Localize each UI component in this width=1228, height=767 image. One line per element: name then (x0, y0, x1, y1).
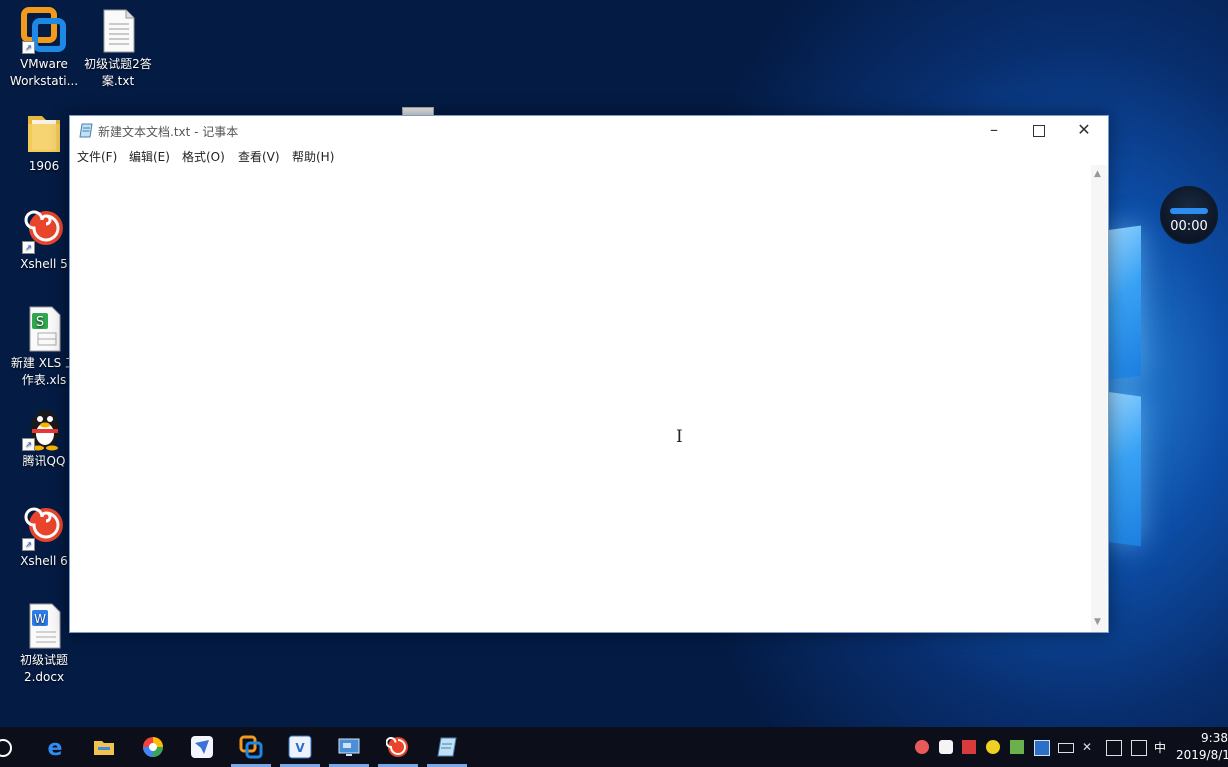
monitor-tray-icon[interactable] (962, 740, 976, 754)
plus-tray-icon[interactable] (986, 740, 1000, 754)
notepad-window: 新建文本文档.txt - 记事本 – ✕ 文件(F) 编辑(E) 格式(O) 查… (69, 115, 1109, 633)
menu-help[interactable]: 帮助(H) (292, 148, 334, 165)
text-editor-area[interactable] (70, 165, 1090, 632)
paper-plane-app-icon[interactable] (190, 735, 214, 759)
flower-tray-icon[interactable] (915, 740, 929, 754)
maximize-button[interactable] (1016, 116, 1062, 146)
color-wheel-browser-icon[interactable] (141, 735, 165, 759)
close-button[interactable]: ✕ (1061, 116, 1107, 146)
desktop-icon-answer-txt[interactable]: 初级试题2答案.txt (80, 6, 156, 90)
notepad-taskbar-icon[interactable] (435, 735, 459, 759)
desktop-icon-label: 初级试题2答案.txt (84, 57, 152, 88)
svg-text:W: W (34, 612, 46, 626)
word-document-icon: W (20, 602, 68, 650)
security-shield-tray-icon[interactable] (939, 740, 953, 754)
maximize-icon (1033, 125, 1045, 137)
minimize-button[interactable]: – (971, 116, 1017, 146)
volume-muted-tray-icon[interactable]: ✕ (1082, 740, 1096, 754)
network-tray-icon[interactable] (1106, 740, 1122, 756)
file-explorer-icon[interactable] (92, 735, 116, 759)
scroll-up-icon[interactable]: ▲ (1094, 169, 1101, 179)
menu-format[interactable]: 格式(O) (182, 148, 225, 165)
vertical-scrollbar[interactable]: ▲ ▼ (1091, 165, 1107, 632)
menu-view[interactable]: 查看(V) (238, 148, 280, 165)
desktop-icon-vmware[interactable]: ↗ VMware Workstati... (6, 6, 82, 90)
wave-icon (1170, 208, 1208, 214)
vmware-taskbar-icon[interactable] (239, 735, 263, 759)
vs-code-app-icon[interactable]: V (288, 735, 312, 759)
menu-edit[interactable]: 编辑(E) (129, 148, 170, 165)
text-file-icon (94, 6, 142, 54)
scroll-down-icon[interactable]: ▼ (1094, 617, 1101, 627)
xshell-taskbar-icon[interactable] (385, 735, 410, 759)
minimize-icon: – (990, 120, 998, 139)
desktop: ↗ VMware Workstati... 初级试题2答案.txt 1906 ↗… (0, 0, 1228, 767)
vpn-tray-icon[interactable] (1034, 740, 1050, 756)
ime-indicator[interactable]: 中 (1154, 739, 1166, 756)
window-title: 新建文本文档.txt - 记事本 (98, 125, 239, 139)
menu-file[interactable]: 文件(F) (77, 148, 117, 165)
recording-timer-widget[interactable]: 00:00 (1160, 186, 1218, 244)
desktop-icon-label: 初级试题2.docx (19, 653, 68, 684)
menu-bar: 文件(F) 编辑(E) 格式(O) 查看(V) 帮助(H) (70, 146, 1108, 165)
vmware-icon: ↗ (20, 6, 68, 54)
system-clock[interactable]: 9:38 2019/8/1 (1176, 730, 1228, 764)
i-beam-cursor-icon: I (676, 427, 683, 447)
qq-penguin-icon: ↗ (20, 403, 68, 451)
timer-readout: 00:00 (1170, 219, 1208, 234)
notification-tray-icon[interactable] (1131, 740, 1147, 756)
notepad-icon (79, 123, 94, 138)
xshell-icon: ↗ (20, 206, 68, 254)
clock-date: 2019/8/1 (1176, 748, 1228, 762)
close-icon: ✕ (1077, 120, 1091, 139)
svg-text:e: e (48, 736, 63, 759)
spreadsheet-icon: S (20, 305, 68, 353)
svg-text:V: V (295, 741, 305, 755)
taskbar: e V ✕ 中 9:38 2019/8/1 (0, 727, 1228, 767)
nvidia-tray-icon[interactable] (1010, 740, 1024, 754)
remote-desktop-icon[interactable] (337, 735, 361, 759)
folder-icon (20, 108, 68, 156)
windows-logo-wallpaper (1105, 214, 1228, 554)
desktop-icon-label: VMware Workstati... (9, 57, 79, 88)
battery-tray-icon[interactable] (1058, 743, 1074, 753)
clock-time: 9:38 (1201, 731, 1228, 745)
svg-text:S: S (36, 315, 44, 330)
title-bar[interactable]: 新建文本文档.txt - 记事本 – ✕ (70, 116, 1108, 146)
search-circle-icon[interactable] (0, 739, 12, 757)
xshell-icon: ↗ (20, 503, 68, 551)
edge-browser-icon[interactable]: e (43, 735, 67, 761)
